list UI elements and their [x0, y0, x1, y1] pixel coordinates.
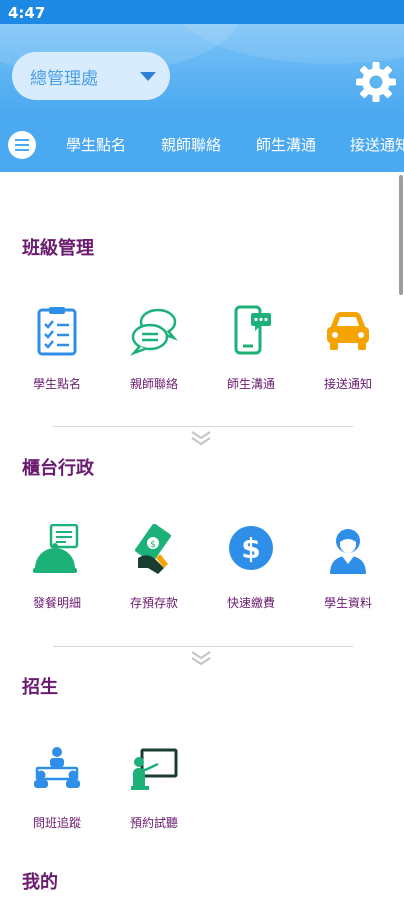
section-title-enrollment: 招生	[22, 677, 58, 698]
menu-icon	[15, 149, 29, 151]
tile-label: 師生溝通	[226, 377, 275, 391]
status-bar: 4:47	[0, 0, 404, 24]
gear-icon	[356, 62, 396, 102]
tile-label: 問班追蹤	[32, 816, 81, 830]
branch-selector-value: 總管理處	[30, 68, 98, 89]
tile-label: 學生資料	[323, 596, 372, 610]
nav-tab-parent-contact[interactable]: 親師聯絡	[161, 134, 221, 155]
student-profile-icon	[330, 529, 366, 574]
tile-label: 存預存款	[129, 596, 178, 610]
settings-button[interactable]	[354, 60, 398, 104]
svg-text:$: $	[241, 532, 260, 565]
section-title-front-desk: 櫃台行政	[22, 458, 94, 479]
status-time: 4:47	[8, 4, 46, 22]
function-nav-bar: 學生點名 親師聯絡 師生溝通 接送通知	[0, 116, 404, 172]
section-title-mine: 我的	[22, 872, 58, 893]
nav-tab-roll-call[interactable]: 學生點名	[66, 134, 126, 155]
section-title-class-management: 班級管理	[22, 238, 94, 259]
tile-label: 發餐明細	[32, 596, 81, 610]
clipboard-checklist-icon	[37, 307, 77, 356]
smartphone-message-icon	[234, 305, 271, 355]
caret-down-icon	[140, 72, 156, 81]
branch-selector[interactable]: 總管理處	[12, 52, 170, 100]
nav-tab-pickup-notice[interactable]: 接送通知	[350, 134, 404, 155]
tile-label: 學生點名	[32, 377, 81, 391]
car-icon	[327, 312, 369, 350]
section-divider	[53, 426, 353, 427]
chevron-down-icon[interactable]	[190, 430, 212, 446]
meeting-group-icon	[34, 747, 80, 788]
teacher-blackboard-icon	[131, 748, 178, 790]
meal-cloche-icon	[33, 524, 79, 573]
tile-label: 接送通知	[323, 377, 372, 391]
menu-icon	[15, 139, 29, 141]
svg-text:$: $	[150, 540, 156, 550]
menu-icon	[15, 144, 29, 146]
menu-button[interactable]	[8, 131, 36, 159]
tile-label: 預約試聽	[129, 816, 178, 830]
nav-tab-teacher-student[interactable]: 師生溝通	[256, 134, 316, 155]
chevron-down-icon[interactable]	[190, 650, 212, 666]
scrollbar[interactable]	[399, 175, 403, 295]
tile-label: 親師聯絡	[129, 377, 178, 391]
app-header: 總管理處	[0, 24, 404, 116]
chat-bubbles-icon	[130, 308, 178, 356]
section-divider	[53, 646, 353, 647]
dollar-circle-icon: $	[229, 526, 273, 570]
tile-label: 快速繳費	[226, 596, 275, 610]
money-deposit-icon: $	[135, 524, 171, 574]
